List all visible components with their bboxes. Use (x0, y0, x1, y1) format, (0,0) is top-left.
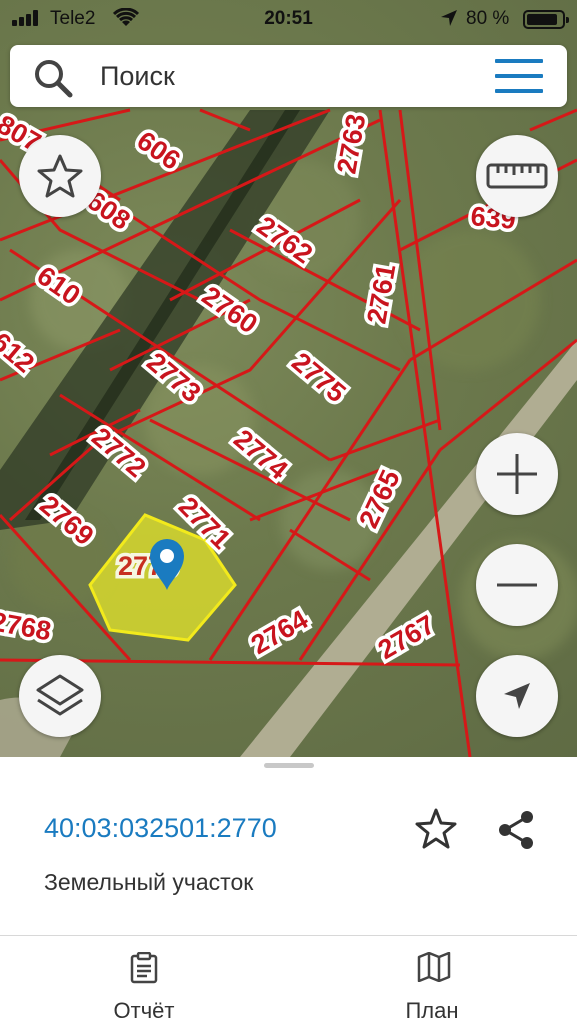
search-icon[interactable] (32, 57, 74, 99)
nav-plan-label: План (405, 998, 459, 1023)
map-view[interactable]: 807 606 2763 608 2762 639 610 2760 2761 … (0, 0, 577, 757)
search-bar (10, 45, 567, 107)
navigation-arrow-icon (504, 683, 530, 709)
cadastral-number[interactable]: 40:03:032501:2770 (44, 813, 277, 844)
battery-icon (523, 10, 569, 29)
zoom-out-button[interactable] (476, 544, 558, 626)
nav-report-label: Отчёт (113, 998, 175, 1023)
my-location-button[interactable] (476, 655, 558, 737)
status-bar: Tele2 20:51 80 % (0, 0, 577, 40)
layers-icon (36, 674, 84, 716)
map-icon (417, 952, 451, 982)
star-icon (37, 154, 83, 198)
location-services-icon (441, 10, 457, 26)
map-canvas[interactable]: 807 606 2763 608 2762 639 610 2760 2761 … (0, 0, 577, 757)
nav-report[interactable]: Отчёт (44, 936, 244, 1024)
menu-button[interactable] (495, 59, 543, 93)
plus-icon (497, 454, 537, 494)
clipboard-icon (130, 952, 158, 984)
parcel-label: 2768 (0, 606, 53, 646)
ruler-button[interactable] (476, 135, 558, 217)
share-icon[interactable] (496, 809, 536, 851)
zoom-in-button[interactable] (476, 433, 558, 515)
nav-plan[interactable]: План (332, 936, 532, 1024)
parcel-label: 2763 (331, 112, 371, 176)
parcel-label: 612 (0, 327, 40, 379)
bottom-navigation: Отчёт План (0, 935, 577, 1024)
layers-button[interactable] (19, 655, 101, 737)
search-input[interactable] (100, 57, 460, 95)
parcel-label: 2775 (286, 347, 351, 409)
parcel-label: 606 (132, 125, 186, 175)
sheet-drag-handle[interactable] (264, 763, 314, 768)
parcel-label: 2760 (197, 280, 263, 339)
object-type: Земельный участок (44, 869, 254, 895)
battery-percent: 80 % (466, 8, 510, 29)
parcel-label: 2764 (246, 604, 313, 660)
ruler-icon (486, 163, 548, 189)
parcel-info-sheet: 40:03:032501:2770 Земельный участок (0, 757, 577, 935)
minus-icon (497, 583, 537, 587)
add-favorite-star-icon[interactable] (413, 807, 459, 851)
favorites-button[interactable] (19, 135, 101, 217)
